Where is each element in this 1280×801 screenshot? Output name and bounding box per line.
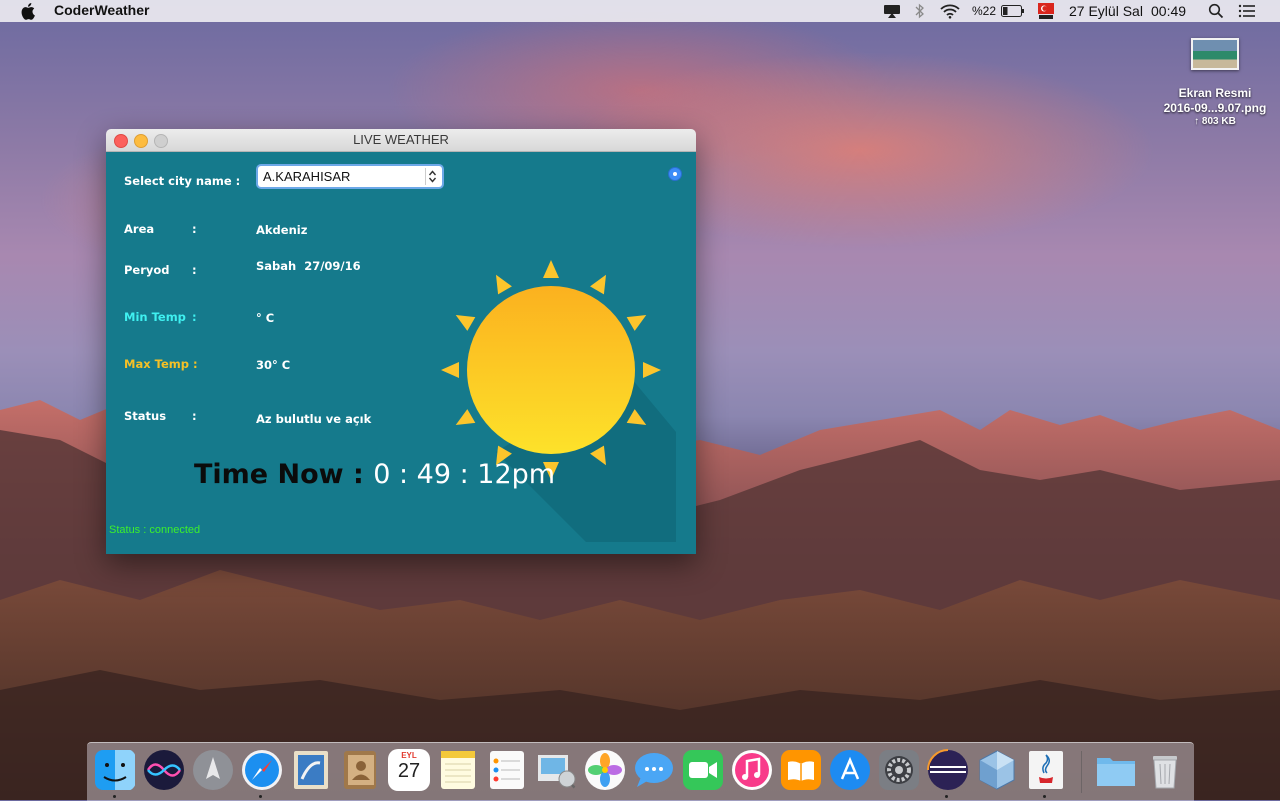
eclipse-icon[interactable] [927,749,969,791]
sun-ray [543,260,559,278]
notification-center-icon[interactable] [1238,3,1256,19]
desktop-screenshot-file[interactable]: Ekran Resmi 2016-09...9.07.png ↑ 803 KB [1150,38,1280,127]
downloads-folder-icon[interactable] [1095,749,1137,791]
reminders-icon[interactable] [486,749,528,791]
eclipse-running-indicator [945,795,948,798]
wifi-icon[interactable] [940,3,960,19]
zoom-window-button[interactable] [154,134,168,148]
spotlight-search-icon[interactable] [1208,3,1224,19]
photos-icon[interactable] [584,749,626,791]
status-colon: : [192,409,197,423]
calendar-month: EYL [401,751,417,760]
finder-running-indicator [113,795,116,798]
calendar-day: 27 [397,760,421,782]
siri-icon[interactable] [143,749,185,791]
connection-status: Status : connected [109,524,201,536]
period-colon: : [192,263,197,277]
radio-button[interactable] [668,167,682,181]
sun-ray [496,274,512,295]
app-store-icon[interactable] [829,749,871,791]
app-menu-name[interactable]: CoderWeather [54,2,149,18]
airplay-icon[interactable] [882,3,902,19]
period-value: Sabah 27/09/16 [256,259,361,273]
live-weather-window: LIVE WEATHER Select city name : A.KARAHI… [106,129,696,554]
minimize-window-button[interactable] [134,134,148,148]
itunes-icon[interactable] [731,749,773,791]
contacts-icon[interactable] [339,749,381,791]
dock-separator [1081,751,1082,793]
sun-ray [455,409,476,425]
window-title: LIVE WEATHER [353,132,449,147]
system-preferences-icon[interactable] [878,749,920,791]
safari-running-indicator [259,795,262,798]
trash-icon[interactable] [1144,749,1186,791]
close-window-button[interactable] [114,134,128,148]
min-temp-label: Min Temp [124,310,186,324]
time-now: Time Now : 0 : 49 : 12pm [194,459,555,490]
notes-icon[interactable] [437,749,479,791]
area-label: Area [124,222,155,236]
virtualbox-icon[interactable] [976,749,1018,791]
java-icon[interactable] [1025,749,1067,791]
time-now-label: Time Now : [194,459,364,490]
safari-icon[interactable] [241,749,283,791]
sunny-weather-icon [441,260,676,542]
area-value: Akdeniz [256,223,308,237]
window-titlebar[interactable]: LIVE WEATHER [106,129,696,152]
ibooks-icon[interactable] [780,749,822,791]
file-name-line2: 2016-09...9.07.png [1163,101,1267,115]
sun-ray [626,315,647,331]
time-now-value: 0 : 49 : 12pm [373,459,556,490]
file-thumbnail [1191,38,1239,70]
battery-percentage[interactable]: %22 [972,0,996,22]
sun-ray [643,362,661,378]
calendar-icon[interactable]: EYL 27 [388,749,430,791]
file-size: ↑ 803 KB [1194,116,1236,127]
finder-icon[interactable] [94,749,136,791]
preview-icon[interactable] [535,749,577,791]
apple-icon[interactable] [20,2,36,20]
bluetooth-icon[interactable] [914,3,926,19]
file-name-line1: Ekran Resmi [1178,86,1252,100]
dock: EYL 27 [87,742,1194,801]
launchpad-icon[interactable] [192,749,234,791]
selected-city-value: A.KARAHISAR [263,169,351,184]
weather-panel: Select city name : A.KARAHISAR Area : Ak… [106,152,696,554]
area-colon: : [192,222,197,236]
max-temp-value: 30° C [256,358,291,372]
status-label: Status [124,409,167,423]
status-value: Az bulutlu ve açık [256,412,372,426]
city-select[interactable]: A.KARAHISAR [258,166,442,187]
battery-icon[interactable] [1001,4,1025,18]
facetime-icon[interactable] [682,749,724,791]
sun-ray [441,362,459,378]
select-city-label: Select city name : [124,174,241,188]
menu-bar: CoderWeather %22 27 Eylül Sal 00:49 [0,0,1280,22]
input-source-turkish-flag-icon[interactable] [1037,2,1055,20]
max-temp-label: Max Temp : [124,357,198,371]
sun-ray [590,274,606,295]
min-temp-colon: : [192,310,197,324]
java-running-indicator [1043,795,1046,798]
menu-clock[interactable]: 00:49 [1151,0,1186,22]
sun-ray [455,315,476,331]
menu-date[interactable]: 27 Eylül Sal [1069,0,1143,22]
period-label: Peryod [124,263,170,277]
mail-icon[interactable] [290,749,332,791]
messages-icon[interactable] [633,749,675,791]
city-select-stepper-icon[interactable] [425,168,439,185]
min-temp-value: ° C [256,311,275,325]
